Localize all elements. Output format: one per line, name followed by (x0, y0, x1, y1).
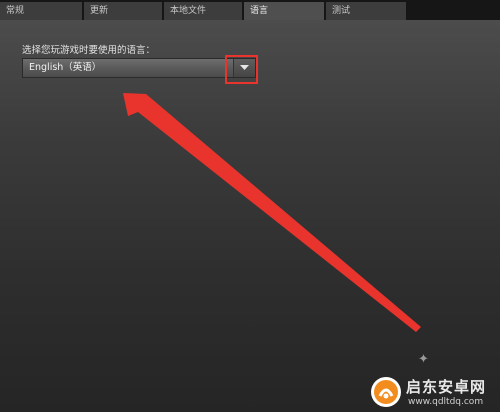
watermark-logo-icon (371, 377, 401, 407)
watermark-url: www.qdltdq.com (408, 397, 484, 407)
sparkle-icon: ✦ (418, 352, 429, 367)
watermark: 启东安卓网 www.qdltdq.com (368, 370, 500, 412)
arrow-icon (123, 93, 421, 332)
watermark-title: 启东安卓网 (406, 378, 487, 396)
